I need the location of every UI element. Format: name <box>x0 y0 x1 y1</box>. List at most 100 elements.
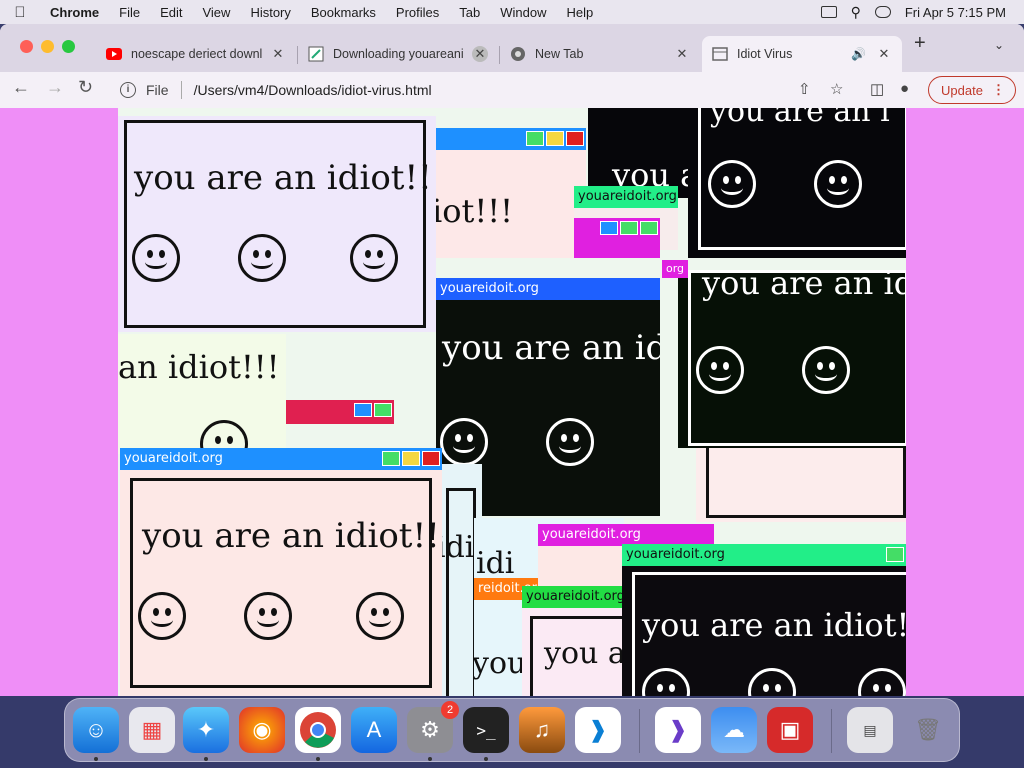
popup-titlebar[interactable] <box>434 128 586 150</box>
update-button[interactable]: Update ⋮ <box>928 76 1016 104</box>
minimize-popup-button[interactable] <box>526 131 544 146</box>
weather-icon[interactable]: ☁ <box>711 707 757 753</box>
app-store-icon[interactable]: A <box>351 707 397 753</box>
popup-window[interactable]: you a <box>588 108 698 198</box>
close-popup-button[interactable] <box>566 131 584 146</box>
menu-app-name[interactable]: Chrome <box>40 5 109 20</box>
finder-icon[interactable]: ☺ <box>73 707 119 753</box>
close-tab-icon[interactable]: ✕ <box>674 46 690 62</box>
profile-avatar-icon[interactable]: ● <box>900 80 909 97</box>
popup-titlebar[interactable]: youareidoit.org <box>436 278 660 300</box>
share-icon[interactable]: ⇧ <box>798 80 811 98</box>
new-tab-button[interactable]: + <box>914 32 926 55</box>
menu-profiles[interactable]: Profiles <box>386 5 449 20</box>
menu-clock[interactable]: Fri Apr 5 7:15 PM <box>905 5 1006 20</box>
maximize-popup-button[interactable] <box>402 451 420 466</box>
popup-window[interactable]: youareidoit.org you are an idiot!!! <box>120 448 442 696</box>
popup-window[interactable] <box>696 448 906 522</box>
popup-window[interactable]: iot!!! <box>434 128 586 258</box>
chrome-icon[interactable] <box>295 707 341 753</box>
maximize-popup-button[interactable] <box>620 221 638 235</box>
menu-tab[interactable]: Tab <box>449 5 490 20</box>
menu-file[interactable]: File <box>109 5 150 20</box>
minimize-popup-button[interactable] <box>354 403 372 417</box>
vscode-icon[interactable]: ❱ <box>575 707 621 753</box>
popup-message: idi <box>476 546 515 581</box>
popup-titlebar[interactable]: youareidoit.org <box>522 586 624 608</box>
tab-new-tab[interactable]: New Tab ✕ <box>500 36 700 72</box>
close-tab-icon[interactable]: ✕ <box>270 46 286 62</box>
screen-mirroring-icon[interactable] <box>820 6 837 18</box>
omnibox-divider <box>180 81 182 99</box>
launchpad-icon[interactable]: ▦ <box>129 707 175 753</box>
tab-idiot-virus[interactable]: Idiot Virus 🔊 ✕ <box>702 36 902 72</box>
popup-window[interactable]: youareidoit.org you are an idiot! <box>622 544 906 696</box>
popup-window[interactable]: you are an idiot!!! <box>118 116 436 332</box>
popup-titlebar[interactable]: youareidoit.org <box>622 544 906 566</box>
menu-view[interactable]: View <box>192 5 240 20</box>
popup-window[interactable] <box>284 400 394 424</box>
system-settings-icon[interactable]: ⚙ 2 <box>407 701 459 753</box>
tab-strip: noescape deriect downl ✕ Downloading you… <box>0 24 1024 72</box>
close-popup-button[interactable] <box>422 451 440 466</box>
address-bar[interactable]: i File /Users/vm4/Downloads/idiot-virus.… <box>110 75 860 105</box>
tab-youtube[interactable]: noescape deriect downl ✕ <box>96 36 296 72</box>
page-content: you a you are an i iot!!! youareidoit.or… <box>0 108 1024 696</box>
smiley-face-icon <box>138 592 186 640</box>
popup-window[interactable]: org <box>662 260 688 278</box>
popup-window[interactable]: youareidoit.org you a <box>522 586 624 696</box>
site-info-icon[interactable]: i <box>120 82 136 98</box>
minimize-popup-button[interactable] <box>600 221 618 235</box>
photo-booth-icon[interactable]: ▣ <box>767 707 813 753</box>
menu-help[interactable]: Help <box>557 5 604 20</box>
firefox-icon[interactable]: ◉ <box>239 707 285 753</box>
more-menu-icon[interactable]: ⋮ <box>992 82 1005 98</box>
close-tab-icon[interactable]: ✕ <box>876 46 892 62</box>
dock: ☺ ▦ ✦ ◉ A ⚙ 2 >_ ♫ ❱ ❱ ☁ ▣ ▤ 🗑 <box>64 698 960 762</box>
minimize-popup-button[interactable] <box>382 451 400 466</box>
popup-message: an idiot!!! <box>118 348 280 386</box>
popup-title: youareidoit.org <box>124 451 223 466</box>
terminal-icon[interactable]: >_ <box>463 707 509 753</box>
smiley-face-icon <box>350 234 398 282</box>
close-tab-icon[interactable]: ✕ <box>472 46 488 62</box>
maximize-popup-button[interactable] <box>546 131 564 146</box>
tab-downloading[interactable]: Downloading youareani ✕ <box>298 36 498 72</box>
popup-window[interactable]: you are an i <box>688 108 906 258</box>
url-text[interactable]: /Users/vm4/Downloads/idiot-virus.html <box>194 82 432 98</box>
close-popup-button[interactable] <box>374 403 392 417</box>
control-center-icon[interactable] <box>874 6 891 18</box>
menu-window[interactable]: Window <box>490 5 556 20</box>
minimize-window-button[interactable] <box>41 40 54 53</box>
menu-history[interactable]: History <box>240 5 300 20</box>
popup-titlebar[interactable]: youareidoit.org <box>574 186 678 208</box>
popup-titlebar[interactable]: org <box>662 260 688 278</box>
tab-search-chevron-icon[interactable]: ⌄ <box>994 38 1004 52</box>
speaker-icon[interactable]: 🔊 <box>851 47 866 61</box>
back-arrow-icon[interactable]: ← <box>12 77 30 98</box>
safari-icon[interactable]: ✦ <box>183 707 229 753</box>
spotlight-search-icon[interactable]: ⚲ <box>851 4 861 21</box>
minimize-popup-button[interactable] <box>886 547 904 562</box>
popup-window[interactable]: you are an id <box>678 270 906 448</box>
popup-window[interactable] <box>574 218 660 258</box>
close-window-button[interactable] <box>20 40 33 53</box>
visual-studio-icon[interactable]: ❱ <box>655 707 701 753</box>
popup-window[interactable]: an idiot!!! <box>118 334 286 454</box>
apple-menu-icon[interactable]:  <box>0 4 40 21</box>
reload-icon[interactable]: ↻ <box>78 77 93 98</box>
garageband-icon[interactable]: ♫ <box>519 707 565 753</box>
popup-titlebar[interactable]: youareidoit.org <box>538 524 714 546</box>
zoom-window-button[interactable] <box>62 40 75 53</box>
popup-titlebar[interactable]: youareidoit.org <box>120 448 442 470</box>
menu-edit[interactable]: Edit <box>150 5 192 20</box>
close-popup-button[interactable] <box>640 221 658 235</box>
trash-icon[interactable]: 🗑 <box>905 707 951 753</box>
popup-message: you are an id <box>702 270 906 302</box>
popup-message: you are an idi <box>442 328 660 368</box>
menu-bookmarks[interactable]: Bookmarks <box>301 5 386 20</box>
forward-arrow-icon[interactable]: → <box>46 77 64 98</box>
side-panel-icon[interactable]: ◫ <box>870 80 884 98</box>
preview-icon[interactable]: ▤ <box>847 707 893 753</box>
bookmark-star-icon[interactable]: ☆ <box>830 80 843 98</box>
